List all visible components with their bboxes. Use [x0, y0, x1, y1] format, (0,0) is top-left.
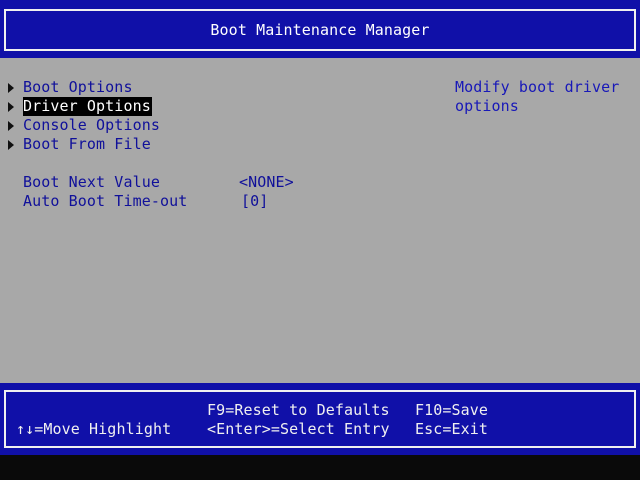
page-title: Boot Maintenance Manager: [210, 21, 430, 39]
submenu-arrow-icon: [8, 102, 14, 112]
menu-item-boot-from-file[interactable]: Boot From File: [23, 135, 151, 154]
header-bar: Boot Maintenance Manager: [0, 0, 640, 58]
submenu-arrow-icon: [8, 83, 14, 93]
bottom-strip: [0, 455, 640, 480]
bios-screen: Boot Maintenance Manager Boot Options Dr…: [0, 0, 640, 480]
submenu-arrow-icon: [8, 140, 14, 150]
select-entry-hint: <Enter>=Select Entry: [207, 420, 390, 438]
submenu-arrow-icon: [8, 121, 14, 131]
boot-next-value-label: Boot Next Value: [23, 173, 160, 191]
reset-defaults-hint: F9=Reset to Defaults: [207, 401, 390, 419]
menu-item-driver-options[interactable]: Driver Options: [23, 97, 152, 116]
auto-boot-timeout-field[interactable]: [0]: [241, 192, 268, 211]
boot-next-value-field[interactable]: <NONE>: [239, 173, 294, 192]
menu-item-boot-options[interactable]: Boot Options: [23, 78, 133, 97]
help-text-line1: Modify boot driver: [455, 78, 620, 96]
main-panel: Boot Options Driver Options Console Opti…: [0, 58, 640, 383]
help-text-line2: options: [455, 97, 519, 115]
move-highlight-hint: ↑↓=Move Highlight: [16, 420, 172, 438]
exit-hint: Esc=Exit: [415, 420, 489, 438]
save-hint: F10=Save: [415, 401, 489, 419]
menu-item-console-options[interactable]: Console Options: [23, 116, 160, 135]
footer-bar: F9=Reset to Defaults F10=Save ↑↓=Move Hi…: [0, 383, 640, 455]
auto-boot-timeout-label: Auto Boot Time-out: [23, 192, 188, 210]
